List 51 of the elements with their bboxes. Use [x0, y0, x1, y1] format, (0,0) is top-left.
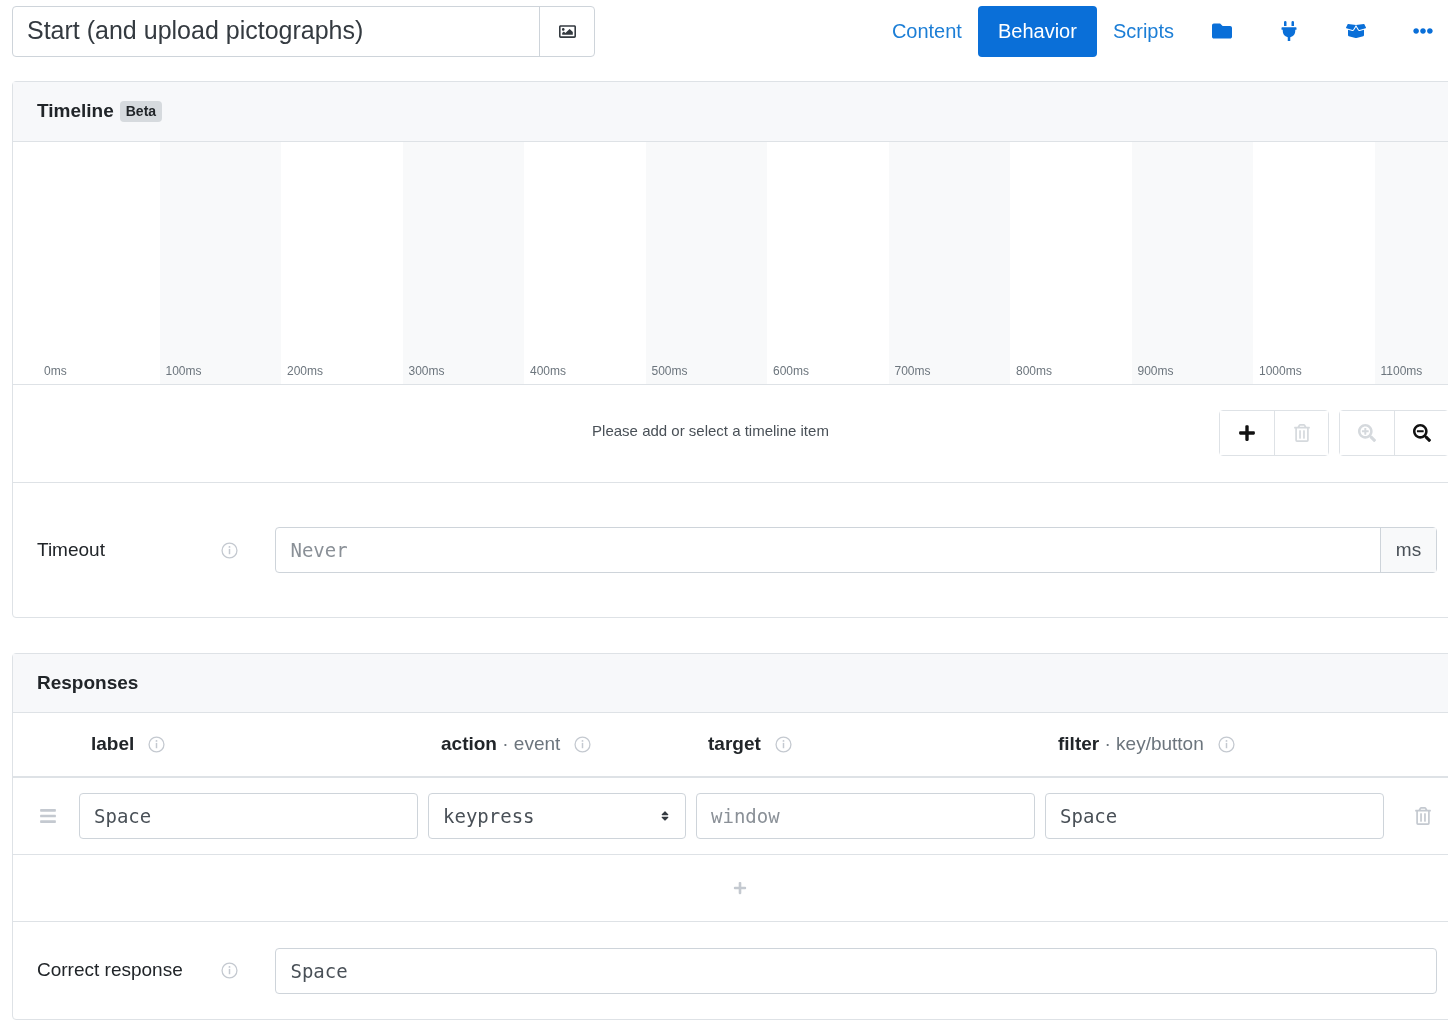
tick-label: 0ms [44, 363, 67, 380]
info-icon [221, 541, 239, 559]
plus-icon [1238, 424, 1256, 442]
folder-icon [1211, 21, 1232, 41]
tick-label: 700ms [894, 363, 931, 380]
timeout-field[interactable]: Never ms [275, 527, 1437, 573]
tick-label: 900ms [1137, 363, 1174, 380]
drag-handle-icon[interactable] [39, 807, 57, 825]
column-header: label [91, 732, 135, 757]
info-icon [148, 736, 166, 753]
info-icon [574, 736, 592, 753]
tick-label: 300ms [408, 363, 445, 380]
zoom-out-icon [1412, 424, 1431, 442]
section-title: Responses [37, 670, 139, 695]
trash-icon [1292, 424, 1311, 442]
timeout-input[interactable]: Never [276, 528, 1380, 572]
column-header: filter · key/button [1058, 732, 1204, 757]
unit-label: ms [1380, 528, 1436, 572]
section-title: Timeline [37, 99, 114, 124]
zoom-out-button[interactable] [1394, 411, 1448, 455]
beta-badge: Beta [119, 101, 163, 122]
info-icon [774, 736, 792, 753]
target-input[interactable]: window [696, 793, 1035, 839]
tick-label: 600ms [773, 363, 810, 380]
tick-label: 200ms [287, 363, 324, 380]
sort-caret-icon [659, 810, 671, 822]
label-input[interactable]: Space [79, 793, 418, 839]
tick-label: 500ms [651, 363, 688, 380]
plus-icon [733, 881, 747, 895]
box-icon [1345, 21, 1366, 41]
zoom-in-icon [1358, 424, 1376, 442]
action-select[interactable]: keypress [428, 793, 686, 839]
info-icon [1217, 736, 1235, 753]
tick-label: 400ms [530, 363, 567, 380]
column-header: action · event [441, 732, 561, 757]
empty-message: Please add or select a timeline item [592, 421, 829, 441]
column-header: target [708, 732, 761, 757]
correct-response-input[interactable]: Space [275, 947, 1437, 994]
info-icon [221, 962, 239, 979]
nav-tab[interactable]: Scripts [1100, 5, 1186, 57]
field-label: Correct response [37, 958, 184, 983]
trash-icon [1414, 807, 1432, 825]
tick-label: 1100ms [1380, 363, 1423, 380]
tick-label: 100ms [165, 363, 202, 380]
filter-input[interactable]: Space [1045, 793, 1384, 839]
nav-tab[interactable]: Behavior [977, 5, 1097, 57]
tick-label: 800ms [1016, 363, 1053, 380]
tick-label: 1000ms [1259, 363, 1302, 380]
nav-tab[interactable]: Content [879, 5, 974, 57]
field-label: Timeout [37, 537, 106, 562]
image-icon [558, 22, 576, 40]
